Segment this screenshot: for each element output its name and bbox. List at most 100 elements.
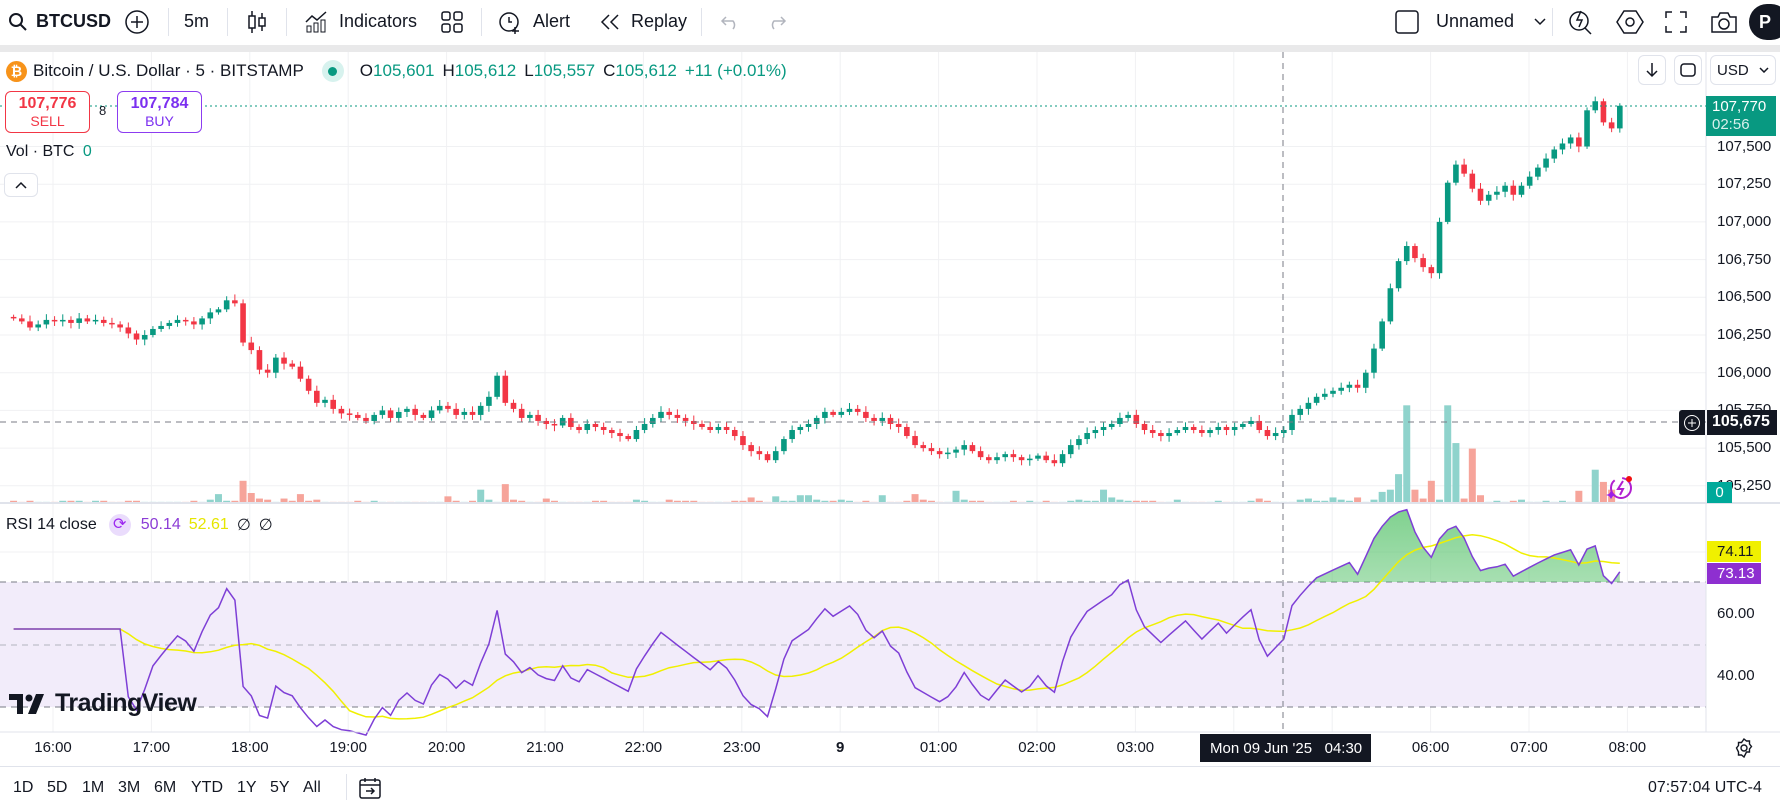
candle [1256, 415, 1263, 434]
layout-select-checkbox[interactable] [1394, 0, 1420, 43]
candle [1436, 217, 1443, 279]
indicators-button[interactable]: Indicators [304, 0, 417, 43]
redo-button[interactable] [765, 0, 787, 43]
candle [551, 419, 558, 432]
range-button-5y[interactable]: 5Y [270, 779, 290, 797]
candle [781, 436, 787, 455]
range-button-1m[interactable]: 1M [82, 779, 104, 797]
go-to-date-button[interactable] [358, 776, 382, 805]
avatar[interactable]: P [1749, 4, 1780, 40]
candle [273, 354, 279, 379]
symbol-search-button[interactable]: BTCUSD [8, 0, 111, 43]
range-button-6m[interactable]: 6M [154, 779, 176, 797]
candle [92, 314, 99, 325]
chart-settings-button[interactable] [1734, 737, 1754, 763]
rsi-ma-axis-label: 74.11 [1707, 541, 1761, 562]
candle-body [428, 410, 435, 418]
candle [789, 425, 795, 443]
layout-name-button[interactable]: Unnamed [1436, 0, 1546, 43]
crosshair-price-label: 105,675 [1707, 410, 1777, 435]
candle [731, 426, 738, 441]
chart-canvas[interactable] [0, 52, 1780, 766]
candle [1117, 412, 1123, 427]
candle-body [641, 423, 648, 431]
volume-bar [1378, 491, 1386, 503]
candle [1322, 388, 1328, 400]
candle-body [895, 423, 902, 427]
refresh-icon[interactable]: ⟳ [108, 514, 131, 536]
candle [1043, 451, 1049, 463]
settings-button[interactable] [1616, 0, 1644, 43]
scroll-to-bottom-button[interactable] [1638, 55, 1666, 85]
interval-button[interactable]: 5m [184, 0, 209, 43]
ai-assistant-icon[interactable] [1606, 474, 1634, 502]
range-button-3m[interactable]: 3M [118, 779, 140, 797]
volume-bar [1591, 469, 1599, 503]
candle-body [1149, 430, 1156, 434]
price-axis-tick: 106,750 [1717, 250, 1772, 268]
clock-timezone[interactable]: 07:57:04 UTC-4 [1648, 779, 1762, 797]
candle [1526, 171, 1533, 189]
alert-button[interactable]: Alert [497, 0, 570, 43]
candle [772, 446, 779, 464]
low-value: 105,557 [533, 61, 596, 80]
candle [904, 423, 910, 439]
candle [35, 320, 41, 332]
candle-body [1436, 221, 1443, 274]
time-axis-tick: 17:00 [132, 739, 171, 756]
candle-body [854, 408, 861, 412]
candle-body [100, 319, 107, 323]
compare-symbol-button[interactable] [124, 0, 150, 43]
candle [592, 421, 599, 432]
candle [338, 405, 345, 419]
candle-body [1248, 420, 1254, 424]
range-button-5d[interactable]: 5D [47, 779, 67, 797]
candle-body [35, 324, 41, 328]
candle [690, 415, 697, 430]
templates-button[interactable] [440, 0, 464, 43]
fullscreen-button[interactable] [1664, 0, 1688, 43]
search-icon [9, 12, 27, 31]
add-alert-plus-button[interactable] [1679, 410, 1705, 435]
screenshot-button[interactable] [1710, 0, 1738, 43]
buy-button[interactable]: 107,784 BUY [117, 91, 202, 133]
symbol-title[interactable]: Bitcoin / U.S. Dollar · 5 · BITSTAMP [33, 61, 304, 81]
candle-body [838, 411, 845, 415]
range-button-1y[interactable]: 1Y [237, 779, 257, 797]
auto-scale-button[interactable] [1674, 55, 1702, 85]
candle-body [436, 405, 443, 411]
candle [576, 424, 582, 434]
collapse-legend-button[interactable] [4, 173, 38, 197]
quick-search-button[interactable] [1568, 0, 1594, 43]
chevron-down-icon [1759, 67, 1769, 73]
candle [600, 422, 607, 435]
candle-body [879, 417, 886, 421]
candle-body [576, 426, 582, 431]
rsi-label[interactable]: RSI 14 close [6, 516, 97, 534]
candle [682, 414, 689, 427]
candle-body [961, 445, 968, 450]
candle-body [1379, 321, 1385, 349]
candle-body [912, 436, 918, 446]
candle-body [387, 410, 394, 418]
candle [494, 372, 500, 400]
candle-body [805, 423, 812, 427]
sell-button[interactable]: 107,776 SELL [5, 91, 90, 133]
market-open-status-icon[interactable] [321, 60, 344, 82]
candle-body [1608, 122, 1615, 129]
candle-body [846, 408, 853, 412]
candle [125, 322, 132, 339]
range-button-1d[interactable]: 1D [13, 779, 33, 797]
tradingview-logo[interactable]: TradingView [9, 689, 197, 718]
range-button-ytd[interactable]: YTD [191, 779, 223, 797]
brand-name: TradingView [55, 689, 197, 717]
replay-button[interactable]: Replay [599, 0, 687, 43]
candle-body [256, 350, 263, 370]
chart-type-button[interactable] [246, 0, 268, 43]
rsi-axis-label: 73.13 [1707, 563, 1761, 584]
candle-body [1477, 188, 1484, 201]
candle [1387, 283, 1394, 325]
currency-select[interactable]: USD [1710, 55, 1776, 85]
undo-button[interactable] [720, 0, 742, 43]
range-button-all[interactable]: All [303, 779, 321, 797]
